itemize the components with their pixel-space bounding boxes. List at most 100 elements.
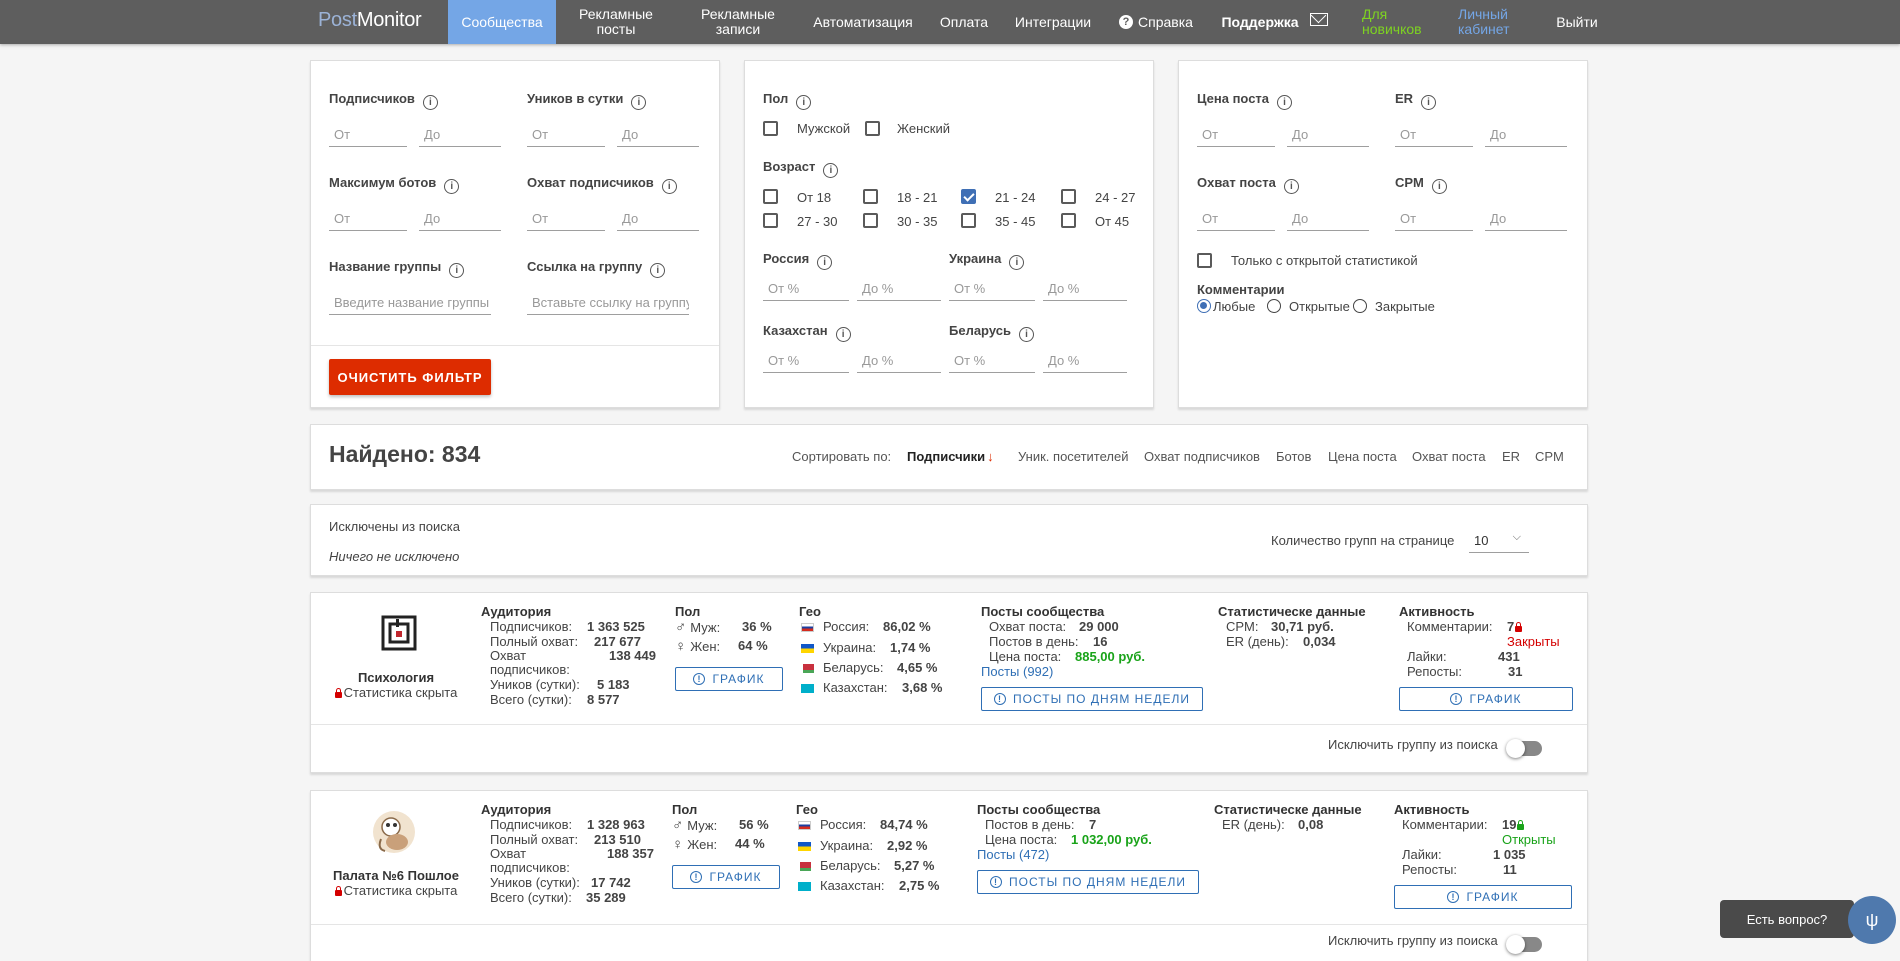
nav-automation[interactable]: Автоматизация — [810, 0, 916, 44]
sort-post-reach[interactable]: Охват поста — [1412, 449, 1486, 464]
sort-er[interactable]: ER — [1502, 449, 1520, 464]
weekday-posts-button[interactable]: ! ПОСТЫ ПО ДНЯМ НЕДЕЛИ — [981, 687, 1203, 711]
weekday-posts-button[interactable]: ! ПОСТЫ ПО ДНЯМ НЕДЕЛИ — [977, 870, 1199, 894]
info-icon[interactable]: i — [1277, 95, 1293, 110]
uniques-from-input[interactable]: От — [527, 121, 605, 147]
nav-ad-posts[interactable]: Рекламные посты — [570, 0, 662, 44]
age-checkbox[interactable] — [1061, 189, 1076, 204]
info-icon[interactable]: i — [1431, 179, 1447, 194]
info-icon[interactable]: i — [449, 263, 465, 278]
female-checkbox[interactable] — [865, 121, 880, 136]
age-checkbox-checked[interactable] — [961, 189, 976, 204]
logo[interactable]: PostMonitor — [318, 9, 422, 32]
gender-chart-button[interactable]: ! ГРАФИК — [672, 865, 780, 889]
belarus-to-input[interactable]: До % — [1043, 347, 1127, 373]
info-icon[interactable]: i — [1009, 255, 1025, 270]
info-icon[interactable]: i — [1283, 179, 1299, 194]
er-from-input[interactable]: От — [1395, 121, 1473, 147]
subscribers-to-input[interactable]: До — [419, 121, 501, 147]
info-icon[interactable]: i — [444, 179, 460, 194]
age-checkbox[interactable] — [961, 213, 976, 228]
info-icon[interactable]: i — [1018, 327, 1034, 342]
group-name-input[interactable]: Введите название группы — [329, 289, 491, 315]
age-checkbox[interactable] — [763, 213, 778, 228]
avatar[interactable] — [381, 615, 417, 651]
subscribers-from-input[interactable]: От — [329, 121, 407, 147]
avatar[interactable] — [371, 809, 417, 855]
cpm-to-input[interactable]: До — [1485, 205, 1567, 231]
info-icon[interactable]: i — [650, 263, 666, 278]
reach-to-input[interactable]: До — [617, 205, 699, 231]
nav-payment[interactable]: Оплата — [934, 0, 994, 44]
exclude-toggle[interactable] — [1506, 935, 1542, 954]
mail-icon[interactable] — [1310, 13, 1328, 26]
nav-ad-records[interactable]: Рекламные записи — [692, 0, 784, 44]
nav-integrations[interactable]: Интеграции — [1012, 0, 1094, 44]
comments-any-radio[interactable] — [1197, 299, 1211, 313]
full-reach-value: 217 677 — [594, 634, 641, 649]
post-reach-to-input[interactable]: До — [1287, 205, 1369, 231]
sort-subscribers[interactable]: Подписчики ↓ — [907, 449, 994, 464]
posts-link[interactable]: Посты (992) — [981, 664, 1053, 679]
sort-reach-subscribers[interactable]: Охват подписчиков — [1144, 449, 1260, 464]
nav-support[interactable]: Поддержка — [1221, 0, 1298, 44]
nav-account[interactable]: Личный кабинет — [1458, 0, 1518, 44]
kazakhstan-from-input[interactable]: От % — [763, 347, 849, 373]
nav-communities[interactable]: Сообщества — [448, 0, 556, 44]
posts-link[interactable]: Посты (472) — [977, 847, 1049, 862]
sort-cpm[interactable]: CPM — [1535, 449, 1564, 464]
russia-to-input[interactable]: До % — [857, 275, 941, 301]
age-checkbox[interactable] — [763, 189, 778, 204]
nav-help[interactable]: ? Справка — [1118, 0, 1194, 44]
russia-from-input[interactable]: От % — [763, 275, 849, 301]
price-to-input[interactable]: До — [1287, 121, 1369, 147]
info-icon[interactable]: i — [661, 179, 677, 194]
per-page-select[interactable]: 10 ⌵ — [1469, 527, 1529, 553]
sort-post-price[interactable]: Цена поста — [1328, 449, 1397, 464]
kazakhstan-to-input[interactable]: До % — [857, 347, 941, 373]
cpm-from-input[interactable]: От — [1395, 205, 1473, 231]
ukraine-from-input[interactable]: От % — [949, 275, 1035, 301]
belarus-from-input[interactable]: От % — [949, 347, 1035, 373]
ukraine-value: 1,74 % — [890, 640, 931, 655]
lock-icon — [334, 886, 342, 896]
ukraine-to-input[interactable]: До % — [1043, 275, 1127, 301]
nav-logout[interactable]: Выйти — [1552, 0, 1602, 44]
comments-closed-radio[interactable] — [1353, 299, 1367, 313]
posts-per-day-value: 7 — [1089, 817, 1097, 832]
sort-unique-visitors[interactable]: Уник. посетителей — [1018, 449, 1129, 464]
group-name[interactable]: Психология — [311, 670, 481, 685]
sort-bots[interactable]: Ботов — [1276, 449, 1311, 464]
price-from-input[interactable]: От — [1197, 121, 1275, 147]
chat-bubble[interactable]: Есть вопрос? — [1720, 900, 1854, 938]
uniques-to-input[interactable]: До — [617, 121, 699, 147]
group-link-input[interactable]: Вставьте ссылку на группу — [527, 289, 689, 315]
activity-chart-button[interactable]: ! ГРАФИК — [1394, 885, 1572, 909]
open-stats-checkbox[interactable] — [1197, 253, 1212, 268]
clear-filter-button[interactable]: ОЧИСТИТЬ ФИЛЬТР — [329, 359, 491, 395]
info-icon[interactable]: i — [796, 95, 812, 110]
nav-beginners[interactable]: Для новичков — [1362, 0, 1432, 44]
comments-open-radio[interactable] — [1267, 299, 1281, 313]
info-icon[interactable]: i — [823, 163, 839, 178]
age-checkbox[interactable] — [1061, 213, 1076, 228]
info-icon[interactable]: i — [835, 327, 851, 342]
group-name[interactable]: Палата №6 Пошлое — [311, 868, 481, 883]
male-checkbox[interactable] — [763, 121, 778, 136]
chat-button[interactable]: ψ — [1848, 896, 1896, 944]
exclude-toggle[interactable] — [1506, 739, 1542, 758]
info-icon[interactable]: i — [422, 95, 438, 110]
info-icon[interactable]: i — [631, 95, 647, 110]
er-to-input[interactable]: До — [1485, 121, 1567, 147]
info-icon[interactable]: i — [1421, 95, 1437, 110]
bots-from-input[interactable]: От — [329, 205, 407, 231]
age-checkbox[interactable] — [863, 213, 878, 228]
russia-label: Россия: — [820, 817, 867, 832]
post-reach-from-input[interactable]: От — [1197, 205, 1275, 231]
activity-chart-button[interactable]: ! ГРАФИК — [1399, 687, 1573, 711]
gender-chart-button[interactable]: ! ГРАФИК — [675, 667, 783, 691]
reach-from-input[interactable]: От — [527, 205, 605, 231]
info-icon[interactable]: i — [817, 255, 833, 270]
age-checkbox[interactable] — [863, 189, 878, 204]
bots-to-input[interactable]: До — [419, 205, 501, 231]
